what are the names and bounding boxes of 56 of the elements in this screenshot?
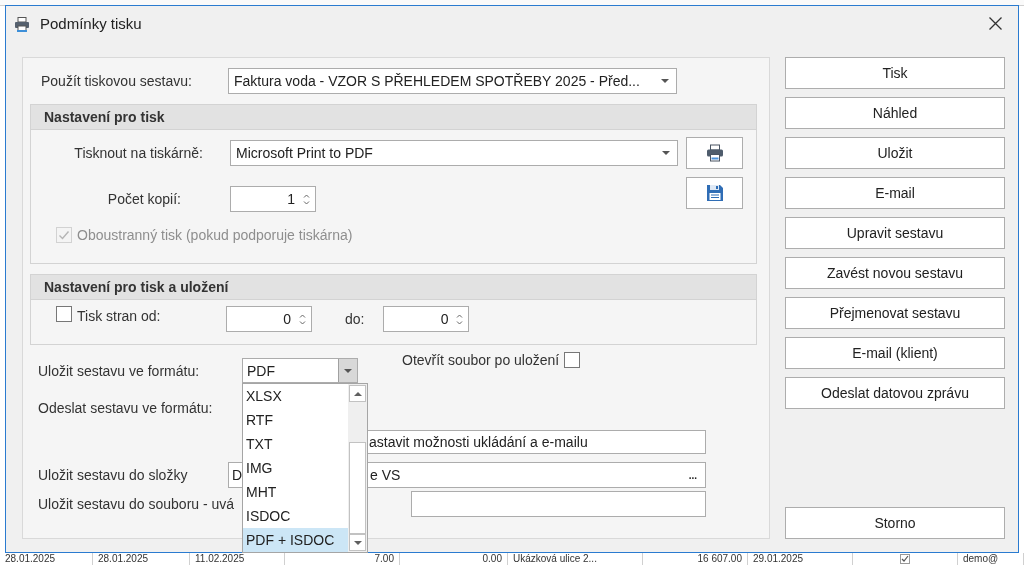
cancel-button[interactable]: Storno: [785, 507, 1005, 539]
spinner-arrows-icon: [456, 312, 464, 326]
printer-icon: [14, 15, 30, 32]
action-button[interactable]: Zavést novou sestavu: [785, 257, 1005, 289]
printer-icon: [705, 144, 724, 162]
close-button[interactable]: [989, 17, 1002, 30]
section-header: Nastavení pro tisk a uložení: [31, 275, 756, 300]
checkbox[interactable]: [56, 306, 72, 322]
window-title: Podmínky tisku: [40, 15, 142, 32]
spinner-arrows-icon: [299, 312, 306, 326]
checkbox-label: Otevřít soubor po uložení: [402, 352, 560, 368]
copies-spin-field[interactable]: 1: [230, 186, 316, 212]
field-label: Počet kopií:: [107, 190, 181, 209]
close-icon: [989, 17, 1002, 30]
scroll-thumb[interactable]: [349, 442, 366, 534]
dropdown-option[interactable]: RTF: [243, 408, 348, 432]
field-label: Tisknout na tiskárně:: [74, 145, 203, 161]
scrollbar[interactable]: [348, 384, 367, 552]
format-combo-box[interactable]: PDF: [242, 358, 358, 383]
dropdown-option[interactable]: TXT: [243, 432, 348, 456]
spinner-arrows-icon: [303, 192, 310, 206]
caret-down-icon: [662, 151, 670, 155]
input-field[interactable]: [411, 491, 706, 517]
caret-down-icon: [344, 368, 352, 373]
scroll-up-button[interactable]: [349, 385, 366, 402]
page-from-spin-field[interactable]: 0: [226, 306, 312, 332]
section-header: Nastavení pro tisk: [31, 105, 756, 130]
caret-down-icon: [661, 79, 669, 83]
action-button[interactable]: Odeslat datovou zprávu: [785, 377, 1005, 409]
action-button[interactable]: Upravit sestavu: [785, 217, 1005, 249]
report-combo-box[interactable]: Faktura voda - VZOR S PŘEHLEDEM SPOTŘEBY 2025 - Před...: [228, 68, 677, 94]
caret-up-icon: [353, 391, 362, 396]
checkbox[interactable]: [564, 352, 581, 368]
page-to-spin-field[interactable]: 0: [383, 306, 470, 332]
save-button[interactable]: [686, 177, 743, 209]
dropdown-option[interactable]: XLSX: [243, 384, 348, 408]
action-button[interactable]: E-mail: [785, 177, 1005, 209]
action-button[interactable]: Tisk: [785, 57, 1005, 89]
dropdown-option[interactable]: ISDOC: [243, 504, 348, 528]
field-label: Odeslat sestavu ve formátu:: [38, 400, 213, 416]
action-button[interactable]: Uložit: [785, 137, 1005, 169]
browse-button[interactable]: ...: [688, 469, 697, 481]
dropdown-option[interactable]: PDF + ISDOC: [243, 528, 348, 552]
field-label: do:: [345, 310, 365, 329]
checkbox-label: Tisk stran od:: [77, 307, 161, 326]
action-button[interactable]: Přejmenovat sestavu: [785, 297, 1005, 329]
field-label: Uložit sestavu do souboru - uvá: [38, 496, 235, 512]
checkbox-label: Oboustranný tisk (pokud podporuje tiskárna): [77, 227, 353, 243]
field-label: Použít tiskovou sestavu:: [41, 73, 193, 89]
action-button[interactable]: Náhled: [785, 97, 1005, 129]
printer-settings-button[interactable]: [686, 137, 743, 169]
field-label: Uložit sestavu ve formátu:: [38, 362, 200, 381]
field-label: Uložit sestavu do složky: [38, 467, 188, 483]
action-button[interactable]: E-mail (klient): [785, 337, 1005, 369]
scroll-down-button[interactable]: [349, 534, 366, 551]
printer-combo-box[interactable]: Microsoft Print to PDF: [230, 140, 678, 166]
